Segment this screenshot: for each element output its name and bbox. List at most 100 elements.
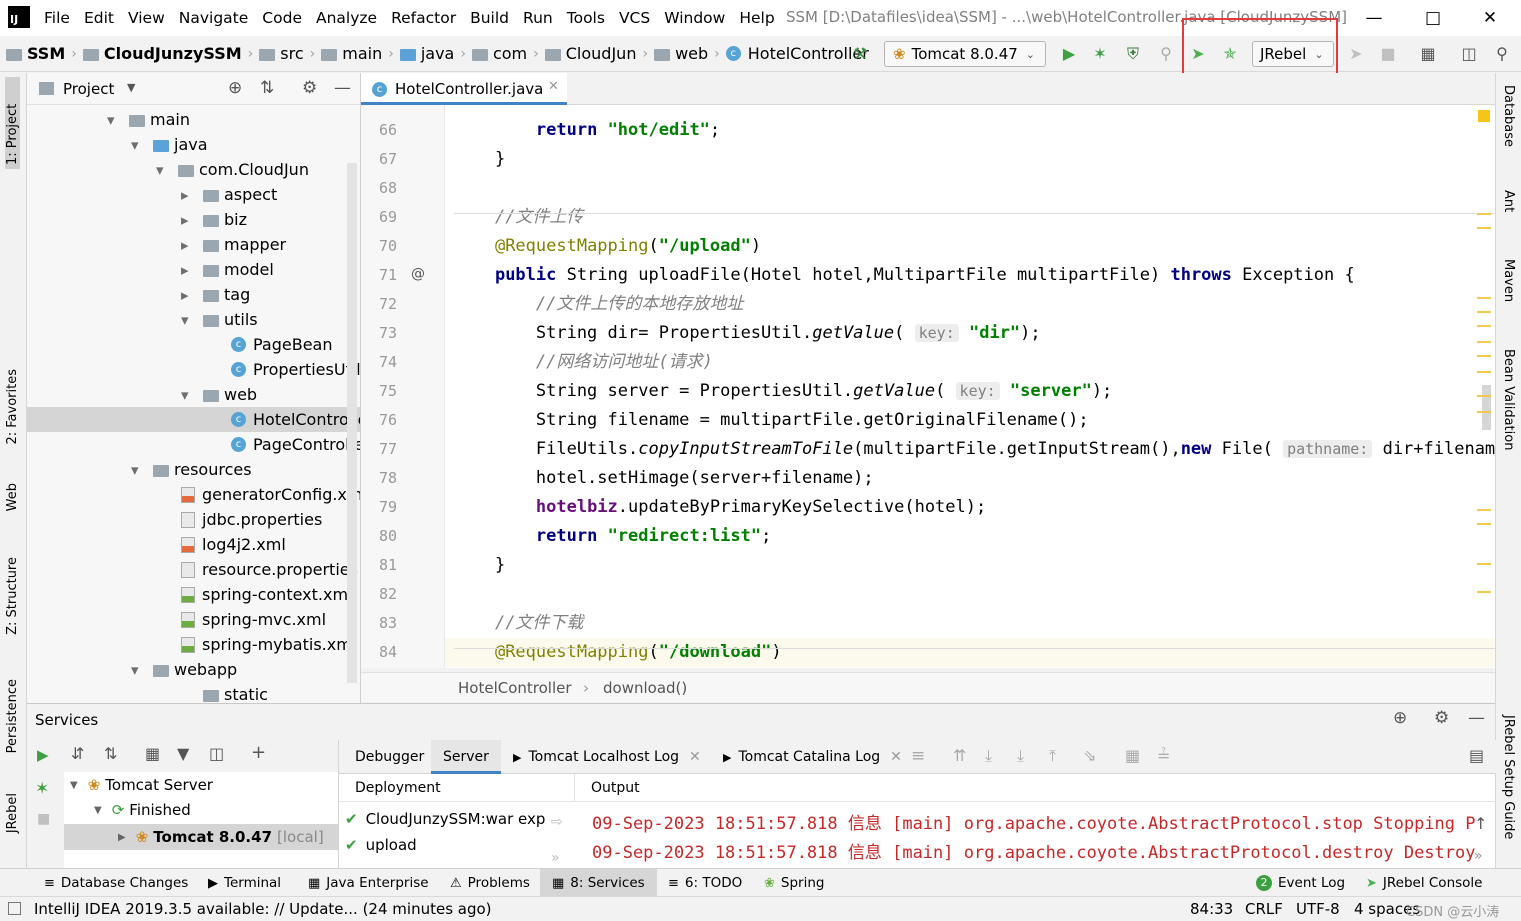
- update-icon[interactable]: ➤: [1346, 44, 1366, 64]
- line-separator[interactable]: CRLF: [1245, 900, 1283, 918]
- code-line[interactable]: String filename = multipartFile.getOrigi…: [454, 406, 1089, 435]
- tree-item-spring-context[interactable]: spring-context.xml: [181, 582, 352, 607]
- close-icon[interactable]: ✕: [548, 79, 559, 94]
- tree-item-pagecontroller[interactable]: c PageController: [231, 432, 360, 457]
- tree-item-aspect[interactable]: ▸ aspect: [181, 182, 277, 207]
- chevron-right-icon[interactable]: ▸: [181, 211, 195, 229]
- group-icon[interactable]: ▦: [145, 744, 160, 763]
- crumb-ssm[interactable]: SSM: [27, 44, 65, 63]
- code-line[interactable]: //文件下载: [454, 609, 583, 638]
- menu-edit[interactable]: Edit: [84, 9, 114, 27]
- gear-icon[interactable]: ⚙: [302, 78, 317, 98]
- chevron-down-icon[interactable]: ▾: [131, 461, 145, 479]
- scroll-up-icon[interactable]: ↑: [1474, 814, 1487, 833]
- code-editor[interactable]: 66 67 68 69 70 71 72 73 74 75 76 77 78 79 80 81 82 83 84 @ …: [361, 105, 1495, 668]
- warning-marker[interactable]: [1477, 355, 1491, 357]
- tree-item-com-cloudjun[interactable]: ▾ com.CloudJun: [156, 157, 309, 182]
- crumb-com[interactable]: com: [493, 44, 527, 63]
- warning-marker[interactable]: [1477, 563, 1491, 565]
- tool-tab-database-changes[interactable]: ≡ Database Changes: [44, 875, 188, 891]
- tab-debugger[interactable]: Debugger: [355, 749, 424, 765]
- stop-icon[interactable]: ■: [37, 811, 50, 827]
- service-node-tomcat-local[interactable]: ▶ ❀ Tomcat 8.0.47 [local]: [64, 824, 338, 850]
- debug-icon[interactable]: ✶: [35, 779, 49, 799]
- tool-tab-web[interactable]: Web: [5, 483, 20, 511]
- warning-marker[interactable]: [1477, 371, 1491, 373]
- close-icon[interactable]: ✕: [890, 749, 902, 765]
- project-view-select[interactable]: Project: [63, 80, 114, 98]
- layout-icon[interactable]: ▤: [1469, 746, 1484, 765]
- tool-tab-spring[interactable]: ❀ Spring: [764, 875, 824, 891]
- settings-icon[interactable]: ≟: [1157, 746, 1170, 765]
- crumb-module[interactable]: CloudJunzySSM: [104, 44, 242, 63]
- file-encoding[interactable]: UTF-8: [1296, 900, 1340, 918]
- tool-tab-persistence[interactable]: Persistence: [5, 679, 20, 753]
- chevron-right-icon[interactable]: ▸: [181, 186, 195, 204]
- chevron-right-icon[interactable]: ▸: [181, 261, 195, 279]
- tree-item-hotelcontroller[interactable]: c HotelController: [231, 407, 360, 432]
- tree-item-main[interactable]: ▾ main: [107, 107, 190, 132]
- chevron-down-icon[interactable]: ▾: [131, 136, 145, 154]
- service-node-finished[interactable]: ▼ ⟳ Finished: [94, 801, 191, 819]
- update-icon[interactable]: ⇈: [953, 746, 966, 765]
- chevron-right-icon[interactable]: ▸: [181, 286, 195, 304]
- close-icon[interactable]: ✕: [689, 749, 701, 765]
- project-structure-icon[interactable]: ▦: [1418, 44, 1438, 64]
- menu-help[interactable]: Help: [739, 9, 774, 27]
- new-tab-icon[interactable]: ◫: [209, 744, 224, 763]
- tool-tab-jrebel-console[interactable]: ➤ JRebel Console: [1366, 875, 1482, 891]
- tool-tab-jrebel[interactable]: JRebel: [5, 793, 20, 833]
- collapse-all-icon[interactable]: ⇅: [260, 78, 274, 98]
- deployment-item[interactable]: ✔ CloudJunzySSM:war exp: [345, 810, 545, 828]
- tree-item-tag[interactable]: ▸ tag: [181, 282, 250, 307]
- tool-tab-project[interactable]: 1: Project: [5, 77, 20, 169]
- code-line[interactable]: String server = PropertiesUtil.getValue(…: [454, 377, 1112, 406]
- project-scrollbar[interactable]: [347, 163, 357, 683]
- menu-navigate[interactable]: Navigate: [179, 9, 249, 27]
- crumb-web[interactable]: web: [675, 44, 708, 63]
- crumb-java[interactable]: java: [421, 44, 455, 63]
- warning-marker[interactable]: [1477, 325, 1491, 327]
- warning-marker[interactable]: [1477, 297, 1491, 299]
- tool-tab-java-enterprise[interactable]: ▦ Java Enterprise: [308, 875, 429, 891]
- minimize-icon[interactable]: —: [1362, 6, 1386, 30]
- tool-tab-services[interactable]: ▦ 8: Services: [540, 869, 657, 897]
- menu-build[interactable]: Build: [470, 9, 509, 27]
- table-icon[interactable]: ▦: [1125, 746, 1140, 765]
- chevron-down-icon[interactable]: ▾: [131, 661, 145, 679]
- menu-run[interactable]: Run: [523, 9, 553, 27]
- expand-icon[interactable]: »: [551, 850, 560, 866]
- menu-view[interactable]: View: [128, 9, 165, 27]
- locate-icon[interactable]: ⊕: [228, 78, 242, 98]
- code-line[interactable]: @RequestMapping("/upload"): [454, 232, 761, 261]
- code-line[interactable]: //文件上传: [454, 203, 583, 232]
- tree-item-java[interactable]: ▾ java: [131, 132, 208, 157]
- tree-item-generatorconfig[interactable]: generatorConfig.xml: [181, 482, 360, 507]
- menu-icon[interactable]: ≡: [911, 746, 925, 766]
- download-icon[interactable]: ⤓: [1017, 746, 1024, 766]
- inspection-status-icon[interactable]: [1478, 110, 1490, 122]
- tool-tab-database[interactable]: Database: [1501, 85, 1516, 147]
- terminal-window-icon[interactable]: ◫: [1459, 44, 1479, 64]
- code-line[interactable]: hotelbiz.updateByPrimaryKeySelective(hot…: [454, 493, 986, 522]
- collapse-all-icon[interactable]: ⇅: [104, 744, 117, 763]
- crumb-cloudjun[interactable]: CloudJun: [566, 44, 637, 63]
- tab-tomcat-localhost-log[interactable]: ▶ Tomcat Localhost Log ✕: [513, 749, 701, 765]
- tool-tab-event-log[interactable]: 2 Event Log: [1256, 875, 1345, 891]
- chevron-down-icon[interactable]: ▾: [181, 311, 195, 329]
- tree-item-webapp[interactable]: ▾ webapp: [131, 657, 237, 682]
- warning-marker[interactable]: [1477, 213, 1491, 215]
- tree-item-resource-properties[interactable]: resource.properties: [181, 557, 358, 582]
- code-line[interactable]: @RequestMapping("/download"): [454, 638, 782, 667]
- code-line[interactable]: String dir= PropertiesUtil.getValue( key…: [454, 319, 1041, 348]
- code-line[interactable]: //文件上传的本地存放地址: [454, 290, 743, 319]
- chevron-down-icon[interactable]: ▾: [181, 386, 195, 404]
- hide-icon[interactable]: —: [1468, 708, 1485, 728]
- code-line[interactable]: FileUtils.copyInputStreamToFile(multipar…: [454, 435, 1495, 464]
- editor-scrollbar[interactable]: [1482, 385, 1491, 430]
- warning-marker[interactable]: [1477, 411, 1491, 413]
- menu-refactor[interactable]: Refactor: [391, 9, 456, 27]
- warning-marker[interactable]: [1477, 311, 1491, 313]
- warning-marker[interactable]: [1477, 341, 1491, 343]
- breadcrumb-class[interactable]: HotelController: [458, 679, 572, 697]
